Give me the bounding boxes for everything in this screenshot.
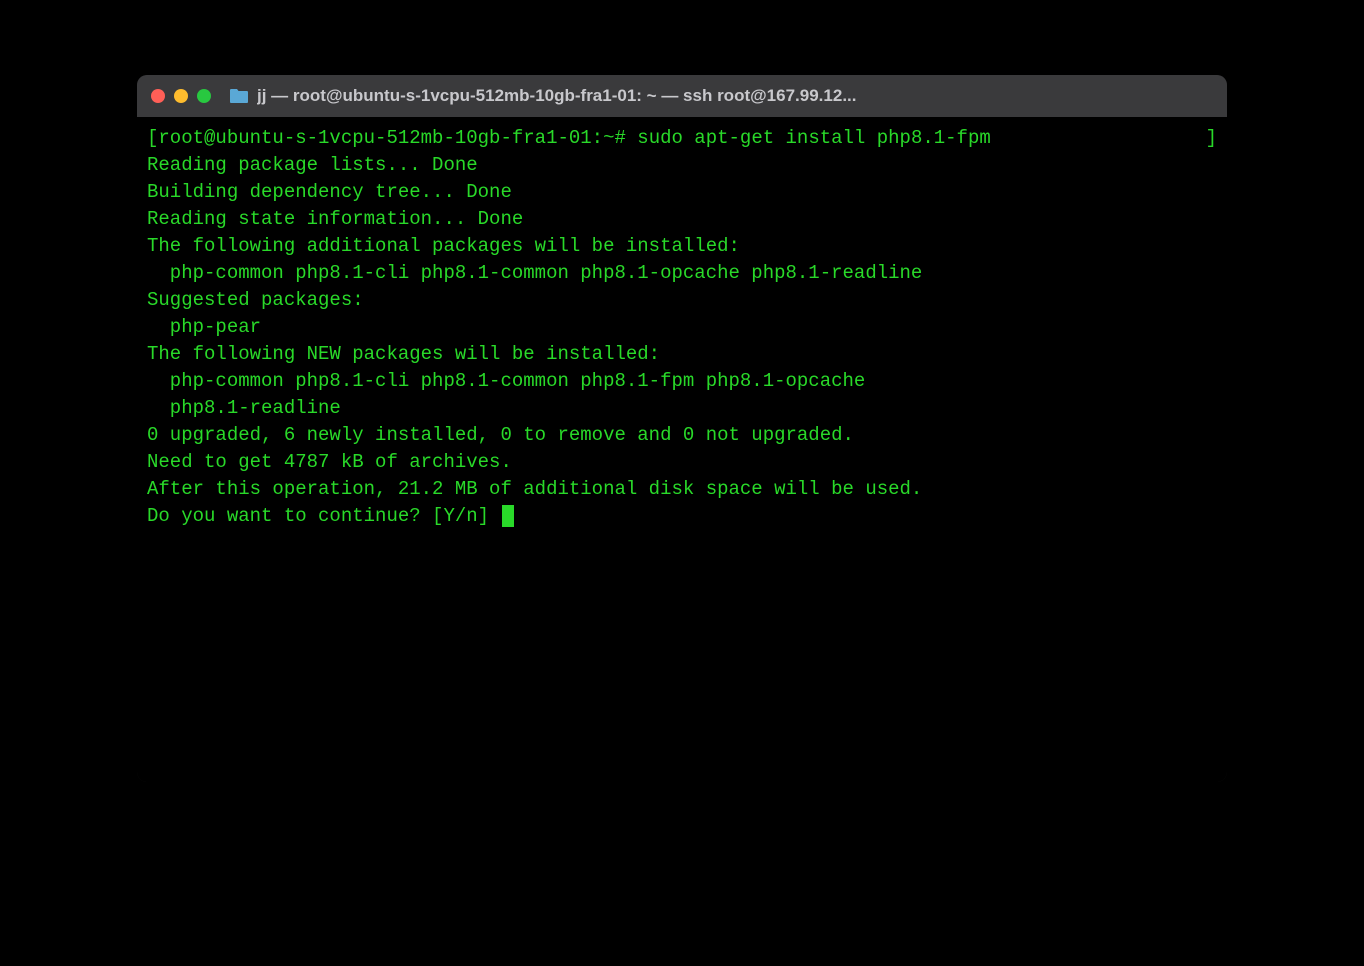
output-line: 0 upgraded, 6 newly installed, 0 to remo… bbox=[147, 424, 854, 446]
shell-prompt: root@ubuntu-s-1vcpu-512mb-10gb-fra1-01:~… bbox=[158, 127, 625, 149]
output-line: The following additional packages will b… bbox=[147, 235, 740, 257]
output-line: Suggested packages: bbox=[147, 289, 364, 311]
output-line: php-common php8.1-cli php8.1-common php8… bbox=[147, 370, 865, 392]
output-line: The following NEW packages will be insta… bbox=[147, 343, 660, 365]
window-title: jj — root@ubuntu-s-1vcpu-512mb-10gb-fra1… bbox=[257, 86, 856, 106]
output-line: php-common php8.1-cli php8.1-common php8… bbox=[147, 262, 922, 284]
cursor bbox=[502, 505, 514, 527]
output-line: Building dependency tree... Done bbox=[147, 181, 512, 203]
output-line: Reading package lists... Done bbox=[147, 154, 478, 176]
output-line: After this operation, 21.2 MB of additio… bbox=[147, 478, 922, 500]
output-line: Reading state information... Done bbox=[147, 208, 523, 230]
close-button[interactable] bbox=[151, 89, 165, 103]
title-content: jj — root@ubuntu-s-1vcpu-512mb-10gb-fra1… bbox=[229, 86, 856, 106]
output-line: Need to get 4787 kB of archives. bbox=[147, 451, 512, 473]
folder-icon bbox=[229, 88, 249, 104]
window-titlebar[interactable]: jj — root@ubuntu-s-1vcpu-512mb-10gb-fra1… bbox=[137, 75, 1227, 117]
confirm-prompt: Do you want to continue? [Y/n] bbox=[147, 505, 500, 527]
traffic-lights bbox=[151, 89, 211, 103]
minimize-button[interactable] bbox=[174, 89, 188, 103]
terminal-body[interactable]: ] [root@ubuntu-s-1vcpu-512mb-10gb-fra1-01… bbox=[137, 117, 1227, 782]
output-line: php-pear bbox=[147, 316, 261, 338]
prompt-open-bracket: [ bbox=[147, 127, 158, 149]
maximize-button[interactable] bbox=[197, 89, 211, 103]
prompt-close-bracket: ] bbox=[1206, 125, 1217, 152]
shell-command: sudo apt-get install php8.1-fpm bbox=[637, 127, 990, 149]
output-line: php8.1-readline bbox=[147, 397, 341, 419]
terminal-window: jj — root@ubuntu-s-1vcpu-512mb-10gb-fra1… bbox=[137, 75, 1227, 782]
